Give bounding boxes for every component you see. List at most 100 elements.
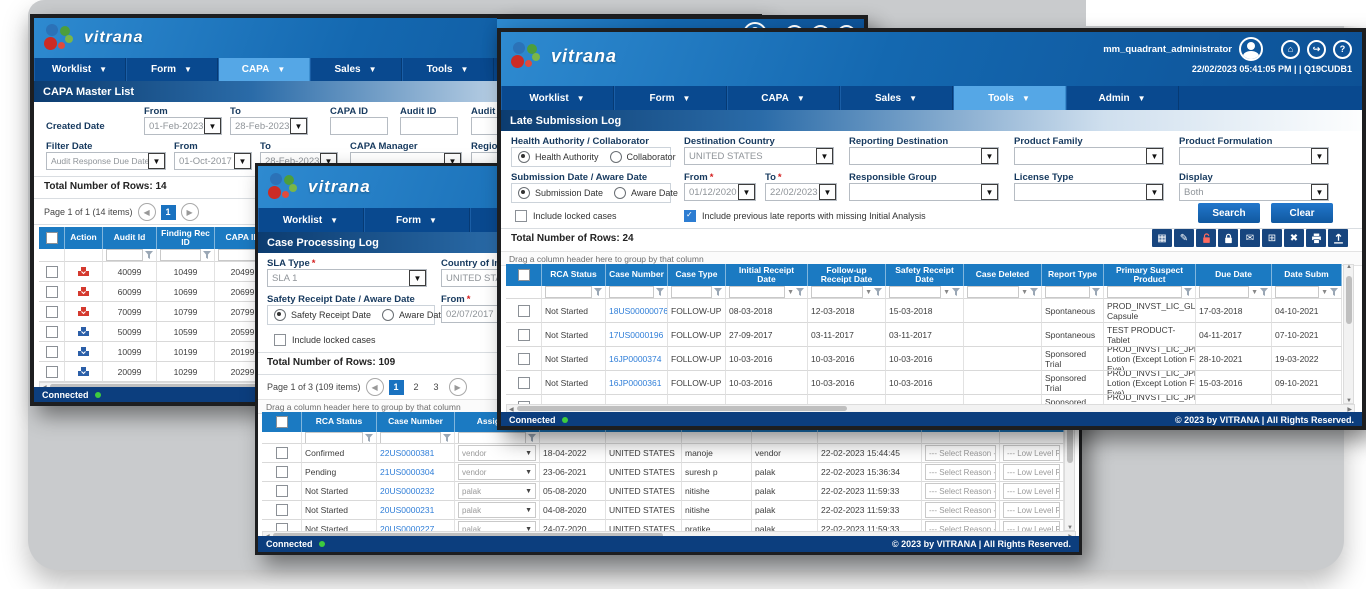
filter-dropdown-icon[interactable]: ▼: [865, 289, 872, 296]
column-filter-input[interactable]: [609, 286, 654, 298]
case-number-link[interactable]: 20US0000231: [380, 505, 434, 515]
row-checkbox[interactable]: [46, 366, 58, 378]
search-button[interactable]: Search: [1198, 203, 1260, 223]
radio-safety-receipt-date[interactable]: [274, 309, 286, 321]
chevron-down-icon[interactable]: ▼: [290, 118, 307, 134]
assign-to-select[interactable]: vendor▼: [458, 464, 536, 480]
filter-funnel-icon[interactable]: [952, 288, 960, 296]
column-filter-input[interactable]: [380, 432, 441, 444]
tab-sales[interactable]: Sales▼: [310, 58, 402, 81]
audit-id-input[interactable]: [400, 117, 458, 135]
radio-submission-date[interactable]: [518, 187, 530, 199]
select-all-cell[interactable]: [39, 227, 65, 249]
case-number-link[interactable]: 21US0000304: [380, 467, 434, 477]
radio-aware-date[interactable]: [382, 309, 394, 321]
assign-to-select[interactable]: palak▼: [458, 483, 536, 499]
action-cell[interactable]: [65, 262, 103, 282]
case-number-cell[interactable]: 22US0000381: [377, 444, 455, 463]
assign-to-select[interactable]: palak▼: [458, 502, 536, 518]
submit-red-icon[interactable]: [77, 306, 90, 317]
clear-button[interactable]: Clear: [1271, 203, 1333, 223]
row-checkbox[interactable]: [518, 329, 530, 341]
select-reason-select[interactable]: --- Select Reason ---▼: [925, 445, 996, 461]
low-level-reason-select[interactable]: --- Low Level Reason ---: [1003, 502, 1060, 518]
filter-funnel-icon[interactable]: [874, 288, 882, 296]
column-filter-input[interactable]: [729, 286, 785, 298]
filter-date-select[interactable]: Audit Response Due Date▼: [46, 152, 166, 170]
case-number-cell[interactable]: 20US0000232: [377, 482, 455, 501]
page-1[interactable]: 1: [389, 380, 404, 395]
select-all-cell[interactable]: [506, 264, 542, 286]
column-filter-input[interactable]: [967, 286, 1019, 298]
print-icon[interactable]: [1306, 229, 1326, 247]
column-filter-input[interactable]: [160, 249, 201, 261]
select-reason-select[interactable]: --- Select Reason ---▼: [925, 483, 996, 499]
row-checkbox[interactable]: [276, 447, 288, 459]
tab-capa[interactable]: CAPA▼: [727, 86, 840, 110]
home-icon[interactable]: ⌂: [1281, 40, 1300, 59]
select-all-checkbox[interactable]: [518, 269, 530, 281]
column-filter-input[interactable]: [305, 432, 363, 444]
filter-funnel-icon[interactable]: [1330, 288, 1338, 296]
chevron-down-icon[interactable]: ▼: [981, 148, 998, 164]
row-checkbox[interactable]: [276, 504, 288, 516]
row-checkbox[interactable]: [46, 306, 58, 318]
filter-funnel-icon[interactable]: [714, 288, 722, 296]
case-number-link[interactable]: 22US0000381: [380, 448, 434, 458]
tab-sales[interactable]: Sales▼: [840, 86, 953, 110]
tab-form[interactable]: Form▼: [126, 58, 218, 81]
edit-icon[interactable]: ✎: [1174, 229, 1194, 247]
tab-worklist[interactable]: Worklist▼: [34, 58, 126, 81]
low-level-reason-select[interactable]: --- Low Level Reason ---: [1003, 464, 1060, 480]
filter-funnel-icon[interactable]: [1092, 288, 1100, 296]
scrollbar-thumb[interactable]: [1346, 276, 1352, 324]
scrollbar-thumb[interactable]: [517, 406, 847, 411]
row-checkbox[interactable]: [518, 305, 530, 317]
chevron-down-icon[interactable]: ▼: [234, 153, 251, 169]
add-grid-icon[interactable]: ⊞: [1262, 229, 1282, 247]
display-select[interactable]: Both▼: [1179, 183, 1329, 201]
action-cell[interactable]: [65, 322, 103, 342]
next-page-icon[interactable]: ▶: [181, 203, 199, 221]
prev-page-icon[interactable]: ◀: [138, 203, 156, 221]
created-from-date[interactable]: 01-Feb-2023▼: [144, 117, 222, 135]
column-filter-input[interactable]: [106, 249, 143, 261]
filter-funnel-icon[interactable]: [594, 288, 602, 296]
case-number-cell[interactable]: 16JP0000374: [606, 347, 668, 371]
case-number-cell[interactable]: 21US0000304: [377, 463, 455, 482]
action-cell[interactable]: [65, 302, 103, 322]
assign-to-select[interactable]: vendor▼: [458, 445, 536, 461]
column-filter-input[interactable]: [1045, 286, 1090, 298]
radio-collaborator[interactable]: [610, 151, 622, 163]
product-family-select[interactable]: ▼: [1014, 147, 1164, 165]
case-number-link[interactable]: 20US0000232: [380, 486, 434, 496]
chevron-down-icon[interactable]: ▼: [738, 184, 755, 200]
chevron-down-icon[interactable]: ▼: [1311, 148, 1328, 164]
case-number-cell[interactable]: 17US0000196: [606, 323, 668, 347]
filter-dropdown-icon[interactable]: ▼: [1321, 289, 1328, 296]
low-level-reason-select[interactable]: --- Low Level Reason ---: [1003, 483, 1060, 499]
avatar-icon[interactable]: [1239, 37, 1263, 61]
submit-red-icon[interactable]: [77, 266, 90, 277]
submit-blue-icon[interactable]: [77, 346, 90, 357]
row-checkbox[interactable]: [46, 286, 58, 298]
radio-aware-date[interactable]: [614, 187, 626, 199]
page-3[interactable]: 3: [429, 380, 444, 395]
filter-funnel-icon[interactable]: [365, 434, 373, 442]
filter-funnel-icon[interactable]: [796, 288, 804, 296]
chevron-down-icon[interactable]: ▼: [1311, 184, 1328, 200]
logout-icon[interactable]: ↪: [1307, 40, 1326, 59]
submit-red-icon[interactable]: [77, 286, 90, 297]
row-checkbox[interactable]: [276, 485, 288, 497]
column-filter-input[interactable]: [218, 249, 257, 261]
column-filter-input[interactable]: [458, 432, 526, 444]
chevron-down-icon[interactable]: ▼: [1146, 148, 1163, 164]
low-level-reason-select[interactable]: --- Low Level Reason ---: [1003, 445, 1060, 461]
destination-country-select[interactable]: UNITED STATES▼: [684, 147, 834, 165]
submit-blue-icon[interactable]: [77, 326, 90, 337]
tab-tools[interactable]: Tools▼: [402, 58, 494, 81]
filter-from-date[interactable]: 01-Oct-2017▼: [174, 152, 252, 170]
chevron-down-icon[interactable]: ▼: [816, 148, 833, 164]
select-all-cell[interactable]: [262, 412, 302, 432]
submit-blue-icon[interactable]: [77, 366, 90, 377]
